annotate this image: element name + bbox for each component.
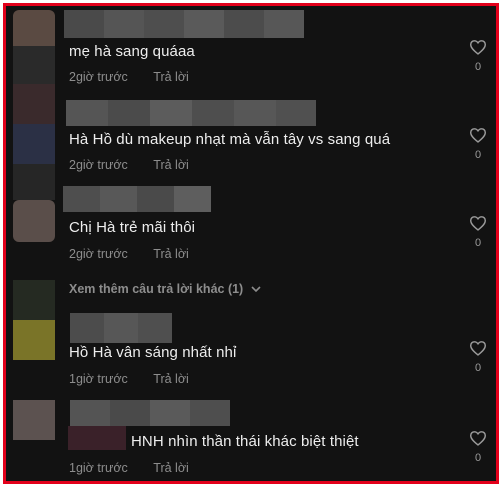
reply-button[interactable]: Trả lời bbox=[153, 461, 189, 475]
comment-time: 2giờ trước bbox=[69, 70, 128, 84]
username-redacted bbox=[70, 400, 230, 426]
username-redacted bbox=[66, 100, 316, 126]
username-redacted bbox=[70, 313, 172, 343]
comment-text: Chị Hà trẻ mãi thôi bbox=[69, 219, 196, 236]
comment-text: mẹ hà sang quáaa bbox=[69, 43, 195, 60]
like-count: 0 bbox=[474, 61, 482, 73]
mention-redacted bbox=[68, 426, 126, 450]
like-control[interactable]: 0 bbox=[466, 215, 490, 249]
avatar[interactable] bbox=[13, 84, 55, 164]
heart-outline-icon[interactable] bbox=[469, 215, 487, 231]
view-more-replies-button[interactable]: Xem thêm câu trả lời khác (1) bbox=[69, 282, 261, 296]
like-count: 0 bbox=[474, 362, 482, 374]
heart-outline-icon[interactable] bbox=[469, 39, 487, 55]
like-count: 0 bbox=[474, 452, 482, 464]
comments-panel: mẹ hà sang quáaa 2giờ trước Trả lời 0 Hà… bbox=[3, 3, 499, 484]
comment-meta: 2giờ trước Trả lời bbox=[69, 70, 189, 84]
avatar[interactable] bbox=[13, 320, 55, 360]
avatar[interactable] bbox=[13, 400, 55, 440]
reply-button[interactable]: Trả lời bbox=[153, 70, 189, 84]
comment-text: HNH nhìn thần thái khác biệt thiệt bbox=[131, 433, 359, 450]
like-control[interactable]: 0 bbox=[466, 127, 490, 161]
username-redacted bbox=[63, 186, 211, 212]
comment-time: 2giờ trước bbox=[69, 158, 128, 172]
avatar[interactable] bbox=[13, 200, 55, 242]
comment-time: 1giờ trước bbox=[69, 461, 128, 475]
comment-meta: 1giờ trước Trả lời bbox=[69, 372, 189, 386]
heart-outline-icon[interactable] bbox=[469, 340, 487, 356]
avatar-blur-strip bbox=[13, 46, 55, 86]
comment-time: 2giờ trước bbox=[69, 247, 128, 261]
like-count: 0 bbox=[474, 237, 482, 249]
like-count: 0 bbox=[474, 149, 482, 161]
username-redacted bbox=[64, 10, 304, 38]
avatar-blur-strip bbox=[13, 280, 55, 320]
avatar-blur-strip bbox=[13, 164, 55, 200]
like-control[interactable]: 0 bbox=[466, 430, 490, 464]
reply-button[interactable]: Trả lời bbox=[153, 372, 189, 386]
reply-button[interactable]: Trả lời bbox=[153, 247, 189, 261]
comment-meta: 2giờ trước Trả lời bbox=[69, 247, 189, 261]
reply-button[interactable]: Trả lời bbox=[153, 158, 189, 172]
comment-time: 1giờ trước bbox=[69, 372, 128, 386]
view-more-replies-label: Xem thêm câu trả lời khác (1) bbox=[69, 282, 244, 296]
comment-meta: 2giờ trước Trả lời bbox=[69, 158, 189, 172]
heart-outline-icon[interactable] bbox=[469, 430, 487, 446]
heart-outline-icon[interactable] bbox=[469, 127, 487, 143]
comment-text: Hà Hồ dù makeup nhạt mà vẫn tây vs sang … bbox=[69, 131, 391, 148]
comment-text: Hồ Hà vân sáng nhất nhỉ bbox=[69, 344, 237, 361]
like-control[interactable]: 0 bbox=[466, 340, 490, 374]
comment-meta: 1giờ trước Trả lời bbox=[69, 461, 189, 475]
like-control[interactable]: 0 bbox=[466, 39, 490, 73]
chevron-down-icon bbox=[251, 286, 261, 293]
